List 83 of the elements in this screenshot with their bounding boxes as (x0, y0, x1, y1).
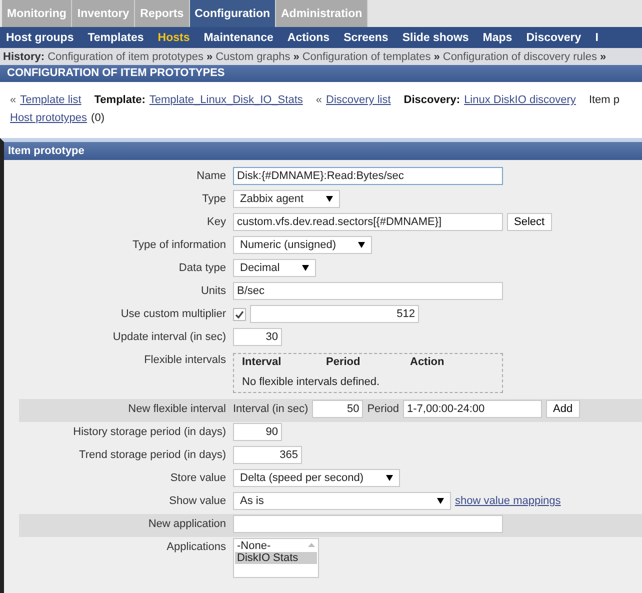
history-link[interactable]: Configuration of templates (302, 50, 431, 62)
breadcrumb-link[interactable]: Host prototypes (10, 112, 88, 124)
history-separator: » (434, 50, 440, 62)
field-label: Key (207, 216, 226, 228)
sub-menu-link[interactable]: Hosts (152, 32, 198, 44)
add-button[interactable]: Add (546, 400, 580, 418)
history-separator: » (600, 50, 606, 62)
field-label: Store value (170, 472, 226, 484)
sub-menu-link[interactable]: I (589, 32, 606, 44)
number-field[interactable]: 512 (250, 305, 419, 323)
column-header: Period (326, 356, 362, 368)
breadcrumb-link[interactable]: Template_Linux_Disk_IO_Stats (149, 94, 303, 106)
history-label: History: (3, 50, 45, 62)
field-label: Data type (178, 262, 226, 274)
sub-menu-link[interactable]: Templates (82, 32, 152, 44)
text-field[interactable]: 1-7,00:00-24:00 (403, 400, 542, 418)
sub-menu-link[interactable]: Screens (338, 32, 396, 44)
field-label: New flexible interval (128, 403, 226, 415)
breadcrumb-label: Discovery: (404, 94, 460, 106)
number-field[interactable]: 365 (233, 446, 302, 464)
dropdown[interactable]: Decimal (233, 259, 316, 277)
list-option[interactable]: DiskIO Stats (235, 552, 317, 564)
dropdown-arrow-icon (437, 498, 444, 504)
breadcrumb-link[interactable]: Linux DiskIO discovery (464, 94, 576, 106)
history-link[interactable]: Configuration of discovery rules (442, 50, 597, 62)
column-header: Interval (242, 356, 282, 368)
field-label: Trend storage period (in days) (79, 449, 226, 461)
column-header: Action (410, 356, 446, 368)
text-field[interactable]: Disk:{#DMNAME}:Read:Bytes/sec (233, 167, 503, 185)
breadcrumb-text: Item p (588, 94, 620, 106)
field-label: History storage period (in days) (73, 426, 226, 438)
sub-menu-link[interactable]: Maps (476, 32, 520, 44)
dropdown[interactable]: Numeric (unsigned) (233, 236, 372, 254)
breadcrumb-link[interactable]: Template list (20, 94, 82, 106)
main-menu-tab[interactable]: Configuration (190, 0, 276, 27)
number-field[interactable]: 30 (233, 328, 282, 346)
field-label: Period (367, 403, 399, 415)
empty-message: No flexible intervals defined. (242, 376, 381, 388)
list-box[interactable]: -None- DiskIO Stats (233, 538, 319, 578)
field-label: Update interval (in sec) (112, 331, 226, 343)
history-link[interactable]: Custom graphs (216, 50, 290, 62)
dropdown[interactable]: As is (233, 492, 451, 510)
field-label: Use custom multiplier (120, 308, 226, 320)
text-field[interactable] (233, 515, 503, 533)
page-title: CONFIGURATION OF ITEM PROTOTYPES (0, 65, 642, 82)
field-label: Interval (in sec) (233, 403, 308, 415)
history-separator: » (293, 50, 300, 62)
dropdown-arrow-icon (386, 475, 393, 481)
sub-menu-link[interactable]: Host groups (0, 32, 82, 44)
field-label: New application (148, 518, 226, 530)
sub-menu-link[interactable]: Slide shows (396, 32, 477, 44)
form-title: Item prototype (4, 142, 642, 160)
dropdown[interactable]: Delta (speed per second) (233, 469, 400, 487)
sub-menu-link[interactable]: Maintenance (198, 32, 282, 44)
field-label: Type of information (132, 239, 226, 251)
sub-menu-link[interactable]: Discovery (520, 32, 590, 44)
history-link[interactable]: Configuration of item prototypes (48, 50, 204, 62)
field-label: Name (196, 170, 226, 182)
field-label: Units (200, 285, 226, 297)
breadcrumb-label: Template: (94, 94, 146, 106)
checkbox[interactable] (233, 308, 246, 320)
text-field[interactable]: custom.vfs.dev.read.sectors[{#DMNAME}] (233, 213, 503, 231)
number-field[interactable]: 90 (233, 423, 282, 441)
dropdown-arrow-icon (326, 196, 333, 202)
list-option[interactable]: -None- (235, 540, 317, 552)
field-label: Show value (169, 495, 226, 507)
dropdown[interactable]: Zabbix agent (233, 190, 340, 208)
dropdown-arrow-icon (358, 242, 365, 248)
count-label: (0) (91, 112, 104, 124)
text-field[interactable]: B/sec (233, 282, 503, 300)
dropdown-arrow-icon (302, 265, 309, 271)
value-mappings-link[interactable]: show value mappings (455, 495, 561, 507)
select-button[interactable]: Select (507, 213, 552, 231)
scroll-up-icon (308, 543, 315, 547)
back-marker: « (10, 94, 16, 106)
field-label: Applications (166, 541, 226, 553)
field-label: Type (202, 193, 226, 205)
back-marker: « (316, 94, 322, 106)
number-field[interactable]: 50 (312, 400, 364, 418)
sub-menu-link[interactable]: Actions (281, 32, 338, 44)
history-separator: » (206, 50, 213, 62)
breadcrumb-link[interactable]: Discovery list (326, 94, 391, 106)
field-label: Flexible intervals (144, 354, 226, 366)
